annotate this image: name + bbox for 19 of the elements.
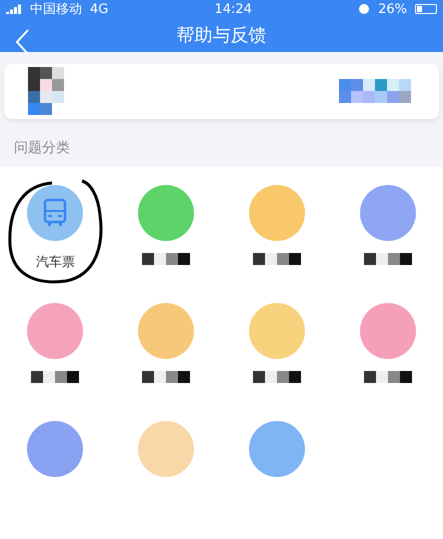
pixelated-label (31, 371, 80, 383)
pixelated-info (339, 79, 411, 104)
battery-percent: 26% (378, 2, 407, 16)
pixelated-label (252, 253, 301, 265)
pixelated-label (252, 371, 301, 383)
pixelated-label (142, 253, 190, 265)
carrier-text: 中国移动 (30, 1, 82, 18)
pixelated-label (142, 371, 190, 383)
page-title: 帮助与反馈 (176, 24, 266, 47)
alarm-icon (358, 3, 370, 15)
section-title: 问题分类 (13, 139, 71, 158)
pixelated-avatar (28, 67, 64, 116)
signal-icon (6, 4, 22, 14)
network-text: 4G (90, 2, 108, 16)
category-label: 汽车票 (36, 254, 75, 271)
time-text: 14:24 (214, 2, 252, 16)
pixelated-label (364, 253, 412, 265)
pixelated-label (364, 371, 412, 383)
battery-icon (414, 4, 437, 14)
